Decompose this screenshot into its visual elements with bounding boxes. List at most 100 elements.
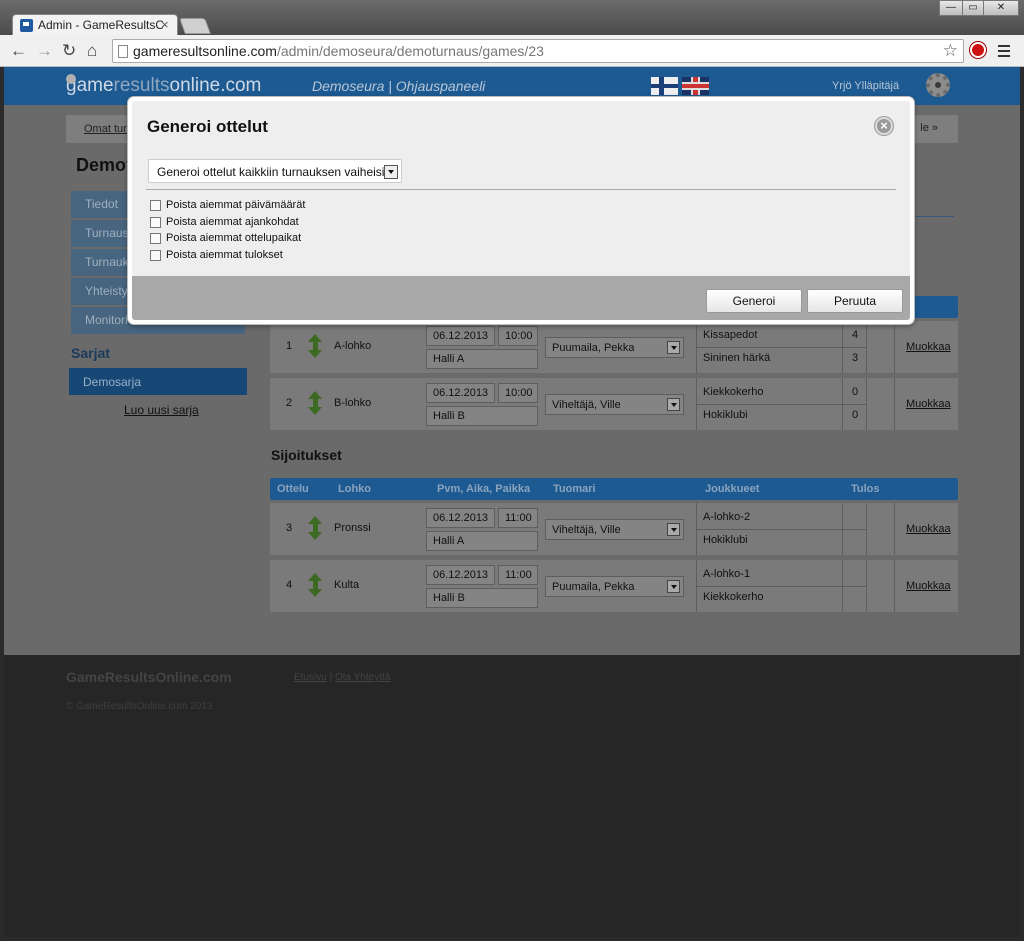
tab-title: Admin - GameResultsOnli — [38, 18, 163, 32]
home-team: A-lohko-1 — [703, 568, 751, 580]
browser-tab[interactable]: Admin - GameResultsOnli × — [12, 14, 178, 36]
url-text: gameresultsonline.com/admin/demoseura/de… — [133, 43, 544, 59]
teams-cell: A-lohko-1 Kiekkokerho — [696, 560, 867, 612]
away-team: Sininen härkä — [703, 352, 771, 364]
series-heading: Sarjat — [71, 345, 110, 361]
dropdown-arrow-icon — [667, 398, 680, 411]
site-logo[interactable]: gameresultsonline.com — [66, 75, 261, 97]
footer-contact-link[interactable]: Ota Yhteyttä — [335, 672, 390, 683]
referee-select[interactable]: Viheltäjä, Ville — [545, 519, 684, 540]
browser-toolbar: ← → ↻ ⌂ gameresultsonline.com/admin/demo… — [0, 35, 1024, 67]
away-team: Kiekkokerho — [703, 591, 764, 603]
footer-home-link[interactable]: Etusivu — [294, 672, 327, 683]
address-bar[interactable]: gameresultsonline.com/admin/demoseura/de… — [112, 39, 964, 63]
edit-link[interactable]: Muokkaa — [906, 523, 951, 535]
back-arrow-icon[interactable]: ← — [10, 41, 27, 61]
home-team: A-lohko-2 — [703, 511, 751, 523]
placements-table-header: Ottelu Lohko Pvm, Aika, Paikka Tuomari J… — [270, 478, 958, 500]
checkbox[interactable] — [150, 233, 161, 244]
score-cell: 4 3 — [842, 321, 866, 373]
column-header: Lohko — [338, 483, 371, 495]
extension-icon[interactable] — [970, 42, 986, 58]
club-title: Demoseura | Ohjauspaneeli — [312, 78, 486, 94]
referee-select[interactable]: Puumaila, Pekka — [545, 337, 684, 358]
place-field[interactable]: Halli B — [426, 406, 538, 426]
reload-icon[interactable]: ↻ — [62, 41, 76, 61]
menu-icon[interactable] — [998, 45, 1010, 60]
score-cell — [842, 560, 866, 612]
favicon-icon — [20, 19, 33, 32]
column-header: Ottelu — [277, 483, 309, 495]
teams-cell: A-lohko-2 Hokiklubi — [696, 503, 867, 555]
footer-copyright: © GameResultsOnline.com 2013 — [66, 701, 213, 712]
user-name[interactable]: Yrjö Ylläpitäjä — [832, 80, 899, 92]
date-field[interactable]: 06.12.2013 — [426, 383, 495, 403]
place-field[interactable]: Halli A — [426, 531, 538, 551]
generate-scope-select[interactable]: Generoi ottelut kaikkiin turnauksen vaih… — [148, 159, 402, 183]
game-number: 4 — [286, 579, 293, 591]
gear-icon[interactable] — [926, 73, 950, 97]
date-field[interactable]: 06.12.2013 — [426, 565, 495, 585]
checkbox[interactable] — [150, 217, 161, 228]
game-group: A-lohko — [334, 340, 372, 352]
uk-flag-icon[interactable] — [682, 77, 709, 95]
dropdown-arrow-icon — [667, 523, 680, 536]
checkbox[interactable] — [150, 250, 161, 261]
referee-select[interactable]: Viheltäjä, Ville — [545, 394, 684, 415]
finnish-flag-icon[interactable] — [651, 77, 678, 95]
generate-games-dialog: Generoi ottelut × Generoi ottelut kaikki… — [128, 97, 914, 324]
time-field[interactable]: 10:00 — [498, 383, 538, 403]
date-field[interactable]: 06.12.2013 — [426, 508, 495, 528]
away-team: Hokiklubi — [703, 534, 748, 546]
referee-select[interactable]: Puumaila, Pekka — [545, 576, 684, 597]
place-field[interactable]: Halli B — [426, 588, 538, 608]
dialog-title: Generoi ottelut — [147, 117, 268, 136]
place-field[interactable]: Halli A — [426, 349, 538, 369]
table-row: 4 Kulta 06.12.2013 11:00 Halli B Puumail… — [270, 560, 958, 612]
home-score: 0 — [852, 386, 859, 398]
game-group: Pronssi — [334, 522, 371, 534]
breadcrumb-link[interactable]: Omat turn — [84, 123, 133, 135]
cancel-button[interactable]: Peruuta — [807, 289, 903, 313]
tab-close-icon[interactable]: × — [161, 17, 169, 32]
footer-brand: GameResultsOnline.com — [66, 669, 232, 685]
game-group: Kulta — [334, 579, 360, 591]
browser-chrome: Admin - GameResultsOnli × — ▭ ✕ ← → ↻ ⌂ … — [0, 0, 1024, 67]
table-row: 1 A-lohko 06.12.2013 10:00 Halli A Puuma… — [270, 321, 958, 373]
site-footer: GameResultsOnline.com Etusivu | Ota Yhte… — [4, 655, 1020, 937]
time-field[interactable]: 11:00 — [498, 508, 538, 528]
checkbox[interactable] — [150, 200, 161, 211]
minimize-button[interactable]: — — [939, 0, 963, 16]
edit-link[interactable]: Muokkaa — [906, 580, 951, 592]
breadcrumb-next[interactable]: le » — [920, 122, 938, 134]
new-series-link[interactable]: Luo uusi sarja — [124, 403, 199, 417]
logo-icon — [66, 74, 76, 84]
time-field[interactable]: 11:00 — [498, 565, 538, 585]
dropdown-arrow-icon — [667, 341, 680, 354]
home-icon[interactable]: ⌂ — [87, 41, 97, 61]
edit-link[interactable]: Muokkaa — [906, 398, 951, 410]
new-tab-button[interactable] — [179, 18, 211, 34]
star-icon[interactable]: ☆ — [943, 41, 958, 61]
score-cell — [842, 503, 866, 555]
time-field[interactable]: 10:00 — [498, 326, 538, 346]
game-group: B-lohko — [334, 397, 372, 409]
generate-button[interactable]: Generoi — [706, 289, 802, 313]
home-score: 4 — [852, 329, 859, 341]
tab-bar: Admin - GameResultsOnli × — ▭ ✕ — [0, 0, 1024, 36]
edit-link[interactable]: Muokkaa — [906, 341, 951, 353]
home-team: Kiekkokerho — [703, 386, 764, 398]
game-number: 1 — [286, 340, 293, 352]
column-header: Tulos — [851, 483, 880, 495]
maximize-button[interactable]: ▭ — [962, 0, 984, 16]
teams-cell: Kissapedot Sininen härkä — [696, 321, 867, 373]
forward-arrow-icon[interactable]: → — [36, 41, 53, 61]
close-window-button[interactable]: ✕ — [983, 0, 1019, 16]
page-icon — [118, 45, 128, 58]
sidebar-item-demosarja[interactable]: Demosarja — [69, 368, 247, 395]
date-field[interactable]: 06.12.2013 — [426, 326, 495, 346]
close-icon[interactable]: × — [875, 117, 893, 135]
page-title: Demot — [76, 155, 133, 175]
away-score: 3 — [852, 352, 859, 364]
away-score: 0 — [852, 409, 859, 421]
